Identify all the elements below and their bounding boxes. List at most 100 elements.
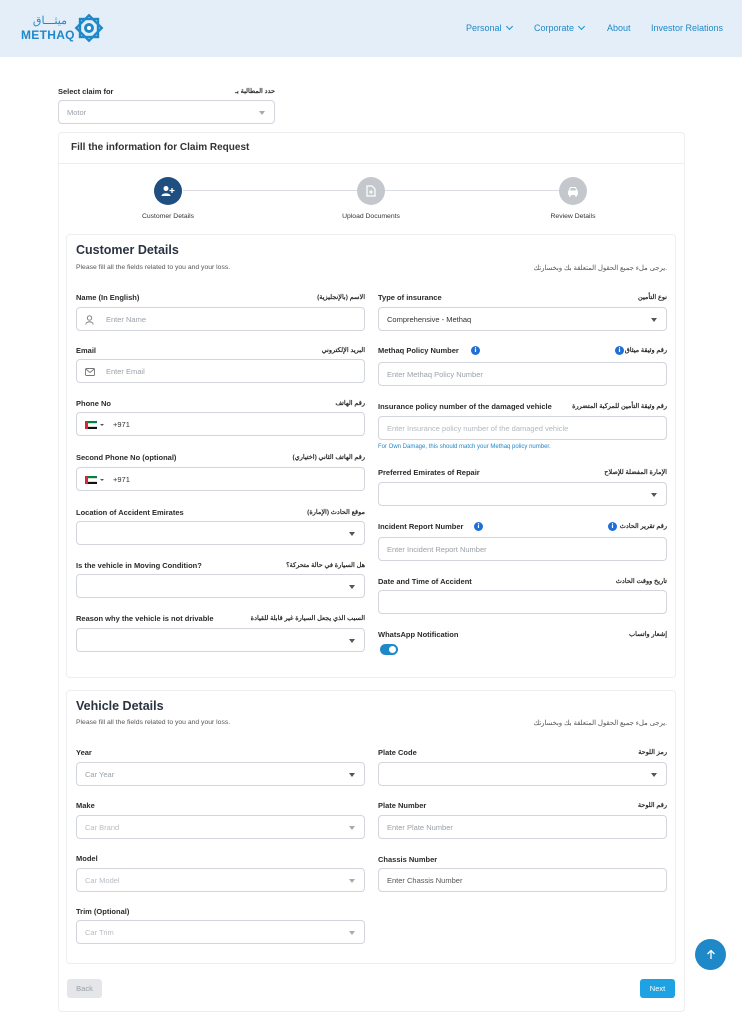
nav-about-label: About: [607, 23, 631, 33]
nav-investor-relations[interactable]: Investor Relations: [651, 23, 723, 33]
reason-label: Reason why the vehicle is not drivable: [76, 614, 214, 623]
damaged-policy-placeholder: Enter Insurance policy number of the dam…: [387, 424, 569, 433]
nav-corporate-label: Corporate: [534, 23, 575, 33]
policy-number-label: Methaq Policy Number: [378, 346, 459, 355]
policy-number-input[interactable]: Enter Methaq Policy Number: [378, 362, 667, 386]
back-button[interactable]: Back: [67, 979, 102, 998]
plate-code-select[interactable]: [378, 762, 667, 786]
methaq-logo[interactable]: ميثـــاق METHAQ: [21, 12, 104, 46]
moving-label-ar: هل السيارة في حالة متحركة؟: [286, 562, 365, 569]
year-label: Year: [76, 748, 92, 757]
chevron-down-icon: [577, 22, 586, 31]
email-input[interactable]: Enter Email: [76, 359, 365, 383]
uae-flag-icon[interactable]: [85, 421, 97, 429]
plate-number-input[interactable]: Enter Plate Number: [378, 815, 667, 839]
email-label-ar: البريد الإلكتروني: [321, 347, 365, 354]
customer-section-title: Customer Details: [76, 243, 179, 257]
nav-investor-label: Investor Relations: [651, 23, 724, 33]
car-trim-select[interactable]: Car Trim: [76, 920, 365, 944]
top-navbar: ميثـــاق METHAQ Personal Corporate About…: [0, 0, 742, 57]
mail-icon: [85, 368, 95, 376]
uae-flag-icon[interactable]: [85, 476, 97, 484]
insurance-type-select[interactable]: Comprehensive - Methaq: [378, 307, 667, 331]
country-dropdown-icon: [100, 479, 104, 481]
phone-input[interactable]: +971: [76, 412, 365, 436]
chevron-down-icon: [259, 111, 265, 115]
info-icon[interactable]: i: [471, 346, 480, 355]
damaged-policy-hint: For Own Damage, this should match your M…: [378, 444, 551, 450]
name-placeholder: Enter Name: [106, 315, 147, 324]
customer-section-subtitle-ar: يرجى ملء جميع الحقول المتعلقة بك وبخسارت…: [533, 265, 667, 272]
chevron-down-icon: [349, 773, 355, 777]
location-label-ar: موقع الحادث (الإمارة): [307, 509, 365, 516]
nav-corporate[interactable]: Corporate: [534, 22, 586, 33]
scroll-top-button[interactable]: [695, 939, 726, 970]
claim-type-value: Motor: [67, 108, 87, 117]
incident-report-input[interactable]: Enter Incident Report Number: [378, 537, 667, 561]
accident-datetime-input[interactable]: [378, 590, 667, 614]
damaged-policy-input[interactable]: Enter Insurance policy number of the dam…: [378, 416, 667, 440]
vehicle-section-subtitle: Please fill all the fields related to yo…: [76, 719, 231, 726]
car-model-placeholder: Car Model: [85, 876, 120, 885]
select-claim-label: Select claim for: [58, 87, 114, 96]
whatsapp-toggle[interactable]: [380, 644, 398, 655]
location-select[interactable]: [76, 521, 365, 545]
chassis-number-label: Chassis Number: [378, 855, 438, 864]
car-make-select[interactable]: Car Brand: [76, 815, 365, 839]
plate-number-label: Plate Number: [378, 801, 427, 810]
chevron-down-icon: [349, 639, 355, 643]
nav-personal[interactable]: Personal: [466, 22, 513, 33]
step-upload-documents[interactable]: [357, 177, 385, 205]
chevron-down-icon: [651, 318, 657, 322]
stepper-line: [385, 190, 559, 191]
accident-datetime-label-ar: تاريخ ووقت الحادث: [615, 578, 667, 585]
policy-number-placeholder: Enter Methaq Policy Number: [387, 370, 483, 379]
nav-about[interactable]: About: [607, 23, 631, 33]
car-year-select[interactable]: Car Year: [76, 762, 365, 786]
divider: [59, 163, 684, 164]
repair-emirates-label: Preferred Emirates of Repair: [378, 468, 480, 477]
moving-condition-select[interactable]: [76, 574, 365, 598]
policy-number-label-ar: رقم وثيقة ميثاق: [624, 347, 667, 354]
info-icon[interactable]: i: [474, 522, 483, 531]
stepper-line: [183, 190, 357, 191]
arrow-up-icon: [706, 949, 715, 959]
accident-datetime-label: Date and Time of Accident: [378, 577, 472, 586]
country-dropdown-icon: [100, 424, 104, 426]
next-button[interactable]: Next: [640, 979, 675, 998]
chassis-number-placeholder: Enter Chassis Number: [387, 876, 463, 885]
step-customer-details[interactable]: [154, 177, 182, 205]
reason-select[interactable]: [76, 628, 365, 652]
info-icon[interactable]: i: [608, 522, 617, 531]
chassis-number-input[interactable]: Enter Chassis Number: [378, 868, 667, 892]
moving-label: Is the vehicle in Moving Condition?: [76, 561, 202, 570]
step-label-upload: Upload Documents: [342, 213, 400, 220]
name-input[interactable]: Enter Name: [76, 307, 365, 331]
plate-code-label: Plate Code: [378, 748, 417, 757]
make-label: Make: [76, 801, 95, 810]
chevron-down-icon: [651, 773, 657, 777]
info-icon[interactable]: i: [615, 346, 624, 355]
form-title: Fill the information for Claim Request: [71, 142, 250, 153]
select-claim-label-ar: حدد المطالبة بـ: [235, 88, 275, 95]
car-year-placeholder: Car Year: [85, 770, 115, 779]
step-review-details[interactable]: [559, 177, 587, 205]
car-icon: [568, 186, 578, 196]
insurance-type-label: Type of insurance: [378, 293, 442, 302]
document-icon: [366, 185, 376, 197]
step-label-review: Review Details: [550, 213, 596, 220]
chevron-down-icon: [651, 493, 657, 497]
step-label-customer: Customer Details: [141, 213, 195, 220]
chevron-down-icon: [505, 22, 513, 31]
phone-code: +971: [113, 420, 130, 429]
claim-type-select[interactable]: Motor: [58, 100, 275, 124]
phone-label: Phone No: [76, 399, 111, 408]
model-label: Model: [76, 854, 98, 863]
repair-emirates-select[interactable]: [378, 482, 667, 506]
phone2-code: +971: [113, 475, 130, 484]
nav-personal-label: Personal: [466, 23, 502, 33]
car-model-select[interactable]: Car Model: [76, 868, 365, 892]
chevron-down-icon: [349, 826, 355, 830]
phone2-input[interactable]: +971: [76, 467, 365, 491]
car-make-placeholder: Car Brand: [85, 823, 120, 832]
